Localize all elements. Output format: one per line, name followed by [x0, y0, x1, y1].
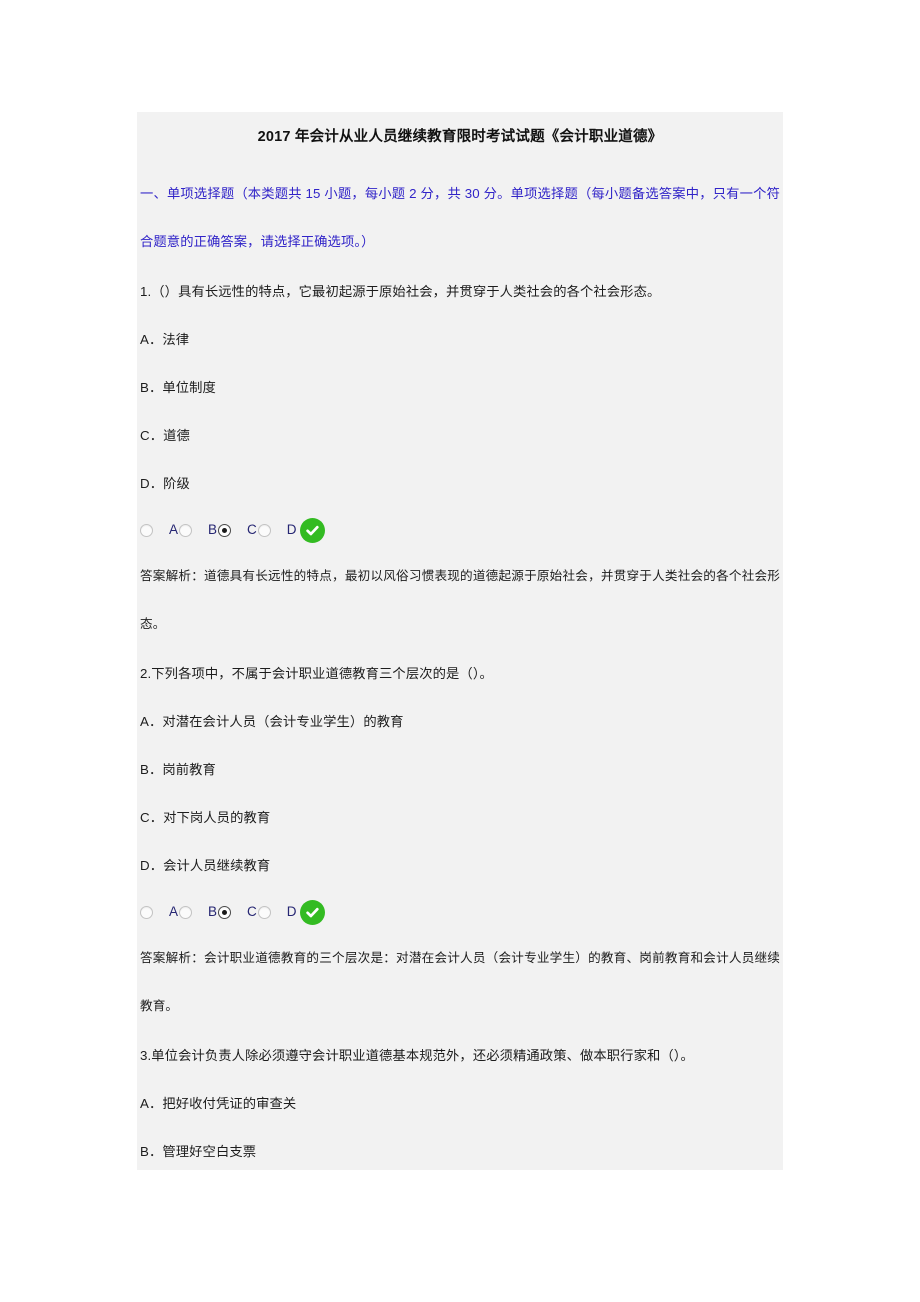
question-stem: 1.（）具有长远性的特点，它最初起源于原始社会，并贯穿于人类社会的各个社会形态。 — [140, 284, 661, 299]
radio-input-a[interactable] — [179, 905, 193, 919]
radio-choice-a[interactable]: A — [169, 904, 193, 920]
correct-answer-check-icon — [299, 517, 325, 543]
radio-input-b[interactable] — [218, 523, 232, 537]
radio-label-a: A — [169, 522, 179, 538]
question-stem: 2.下列各项中，不属于会计职业道德教育三个层次的是（）。 — [140, 666, 493, 681]
answer-radio-row: A B C D — [137, 890, 783, 934]
radio-choice-c[interactable]: C — [247, 905, 271, 919]
question-option-b[interactable]: B．岗前教育 — [137, 746, 783, 794]
question-option-c[interactable]: C．对下岗人员的教育 — [137, 794, 783, 842]
question-block-1: 1.（）具有长远性的特点，它最初起源于原始社会，并贯穿于人类社会的各个社会形态。… — [137, 266, 783, 648]
question-option-b[interactable]: B．单位制度 — [137, 364, 783, 412]
question-option-d[interactable]: D．会计人员继续教育 — [137, 842, 783, 890]
radio-blank[interactable] — [140, 523, 153, 537]
answer-explanation: 答案解析：会计职业道德教育的三个层次是：对潜在会计人员（会计专业学生）的教育、岗… — [140, 951, 780, 1013]
radio-choice-d[interactable]: D — [286, 899, 325, 925]
question-option-c[interactable]: C．道德 — [137, 412, 783, 460]
radio-input-b[interactable] — [218, 905, 232, 919]
radio-label-a: A — [169, 904, 179, 920]
radio-choice-c[interactable]: C — [247, 523, 271, 537]
question-stem: 3.单位会计负责人除必须遵守会计职业道德基本规范外，还必须精通政策、做本职行家和… — [140, 1048, 694, 1063]
question-option-a[interactable]: A．法律 — [137, 316, 783, 364]
answer-explanation: 答案解析：道德具有长远性的特点，最初以风俗习惯表现的道德起源于原始社会，并贯穿于… — [140, 569, 780, 631]
radio-blank[interactable] — [140, 905, 153, 919]
radio-input-a[interactable] — [179, 523, 193, 537]
question-option-b[interactable]: B．管理好空白支票 — [137, 1128, 783, 1170]
radio-choice-a[interactable]: A — [169, 522, 193, 538]
radio-label-c: C — [247, 904, 257, 920]
question-option-a[interactable]: A．对潜在会计人员（会计专业学生）的教育 — [137, 698, 783, 746]
radio-label-d: D — [286, 904, 297, 920]
section-heading: 一、单项选择题（本类题共 15 小题，每小题 2 分，共 30 分。单项选择题（… — [140, 186, 780, 249]
question-block-3: 3.单位会计负责人除必须遵守会计职业道德基本规范外，还必须精通政策、做本职行家和… — [137, 1030, 783, 1170]
radio-input-c[interactable] — [257, 523, 271, 537]
radio-label-c: C — [247, 522, 257, 538]
radio-label-d: D — [286, 522, 297, 538]
question-option-d[interactable]: D．阶级 — [137, 460, 783, 508]
radio-choice-b[interactable]: B — [208, 904, 232, 920]
document-page: 2017 年会计从业人员继续教育限时考试试题《会计职业道德》 一、单项选择题（本… — [0, 0, 920, 1302]
correct-answer-check-icon — [299, 899, 325, 925]
radio-label-b: B — [208, 522, 218, 538]
radio-choice-b[interactable]: B — [208, 522, 232, 538]
exam-content-panel: 2017 年会计从业人员继续教育限时考试试题《会计职业道德》 一、单项选择题（本… — [137, 112, 783, 1170]
question-block-2: 2.下列各项中，不属于会计职业道德教育三个层次的是（）。 A．对潜在会计人员（会… — [137, 648, 783, 1030]
radio-label-b: B — [208, 904, 218, 920]
question-option-a[interactable]: A．把好收付凭证的审查关 — [137, 1080, 783, 1128]
radio-input-c[interactable] — [257, 905, 271, 919]
answer-radio-row: A B C D — [137, 508, 783, 552]
page-title: 2017 年会计从业人员继续教育限时考试试题《会计职业道德》 — [257, 129, 663, 145]
radio-choice-d[interactable]: D — [286, 517, 325, 543]
